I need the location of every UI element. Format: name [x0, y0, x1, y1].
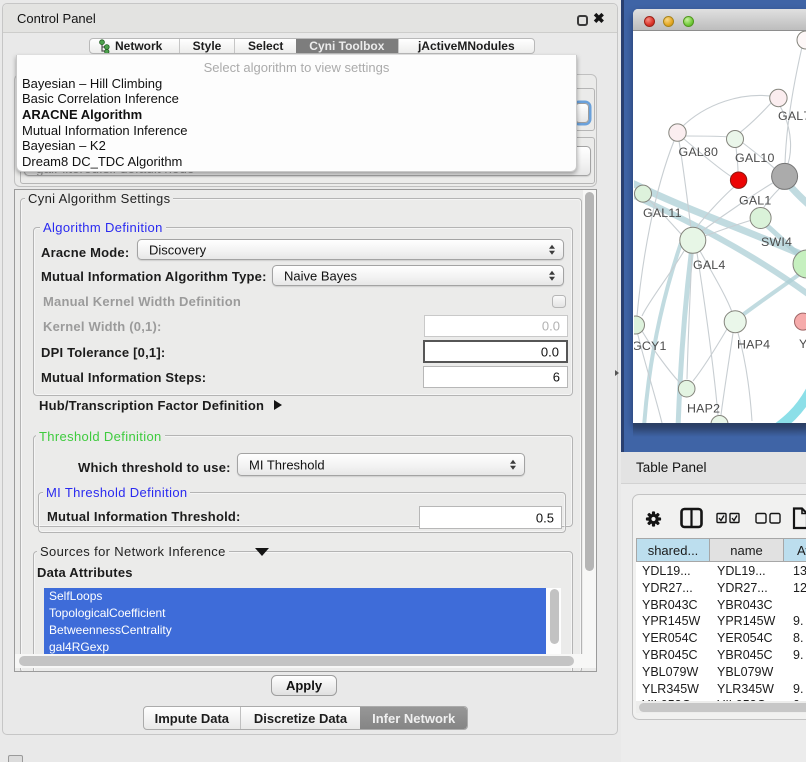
svg-text:HAP4: HAP4 — [737, 338, 770, 352]
svg-text:GAL10: GAL10 — [735, 151, 775, 165]
svg-text:GAL4: GAL4 — [693, 258, 726, 272]
svg-text:SWI4: SWI4 — [761, 235, 792, 249]
svg-text:GAL1: GAL1 — [739, 194, 772, 208]
svg-text:GAL80: GAL80 — [679, 145, 719, 159]
svg-text:GAL7: GAL7 — [778, 109, 806, 123]
svg-text:GCY1: GCY1 — [634, 339, 667, 353]
svg-text:Y: Y — [799, 337, 806, 351]
svg-text:HAP2: HAP2 — [687, 402, 720, 416]
svg-text:GAL11: GAL11 — [643, 206, 682, 220]
